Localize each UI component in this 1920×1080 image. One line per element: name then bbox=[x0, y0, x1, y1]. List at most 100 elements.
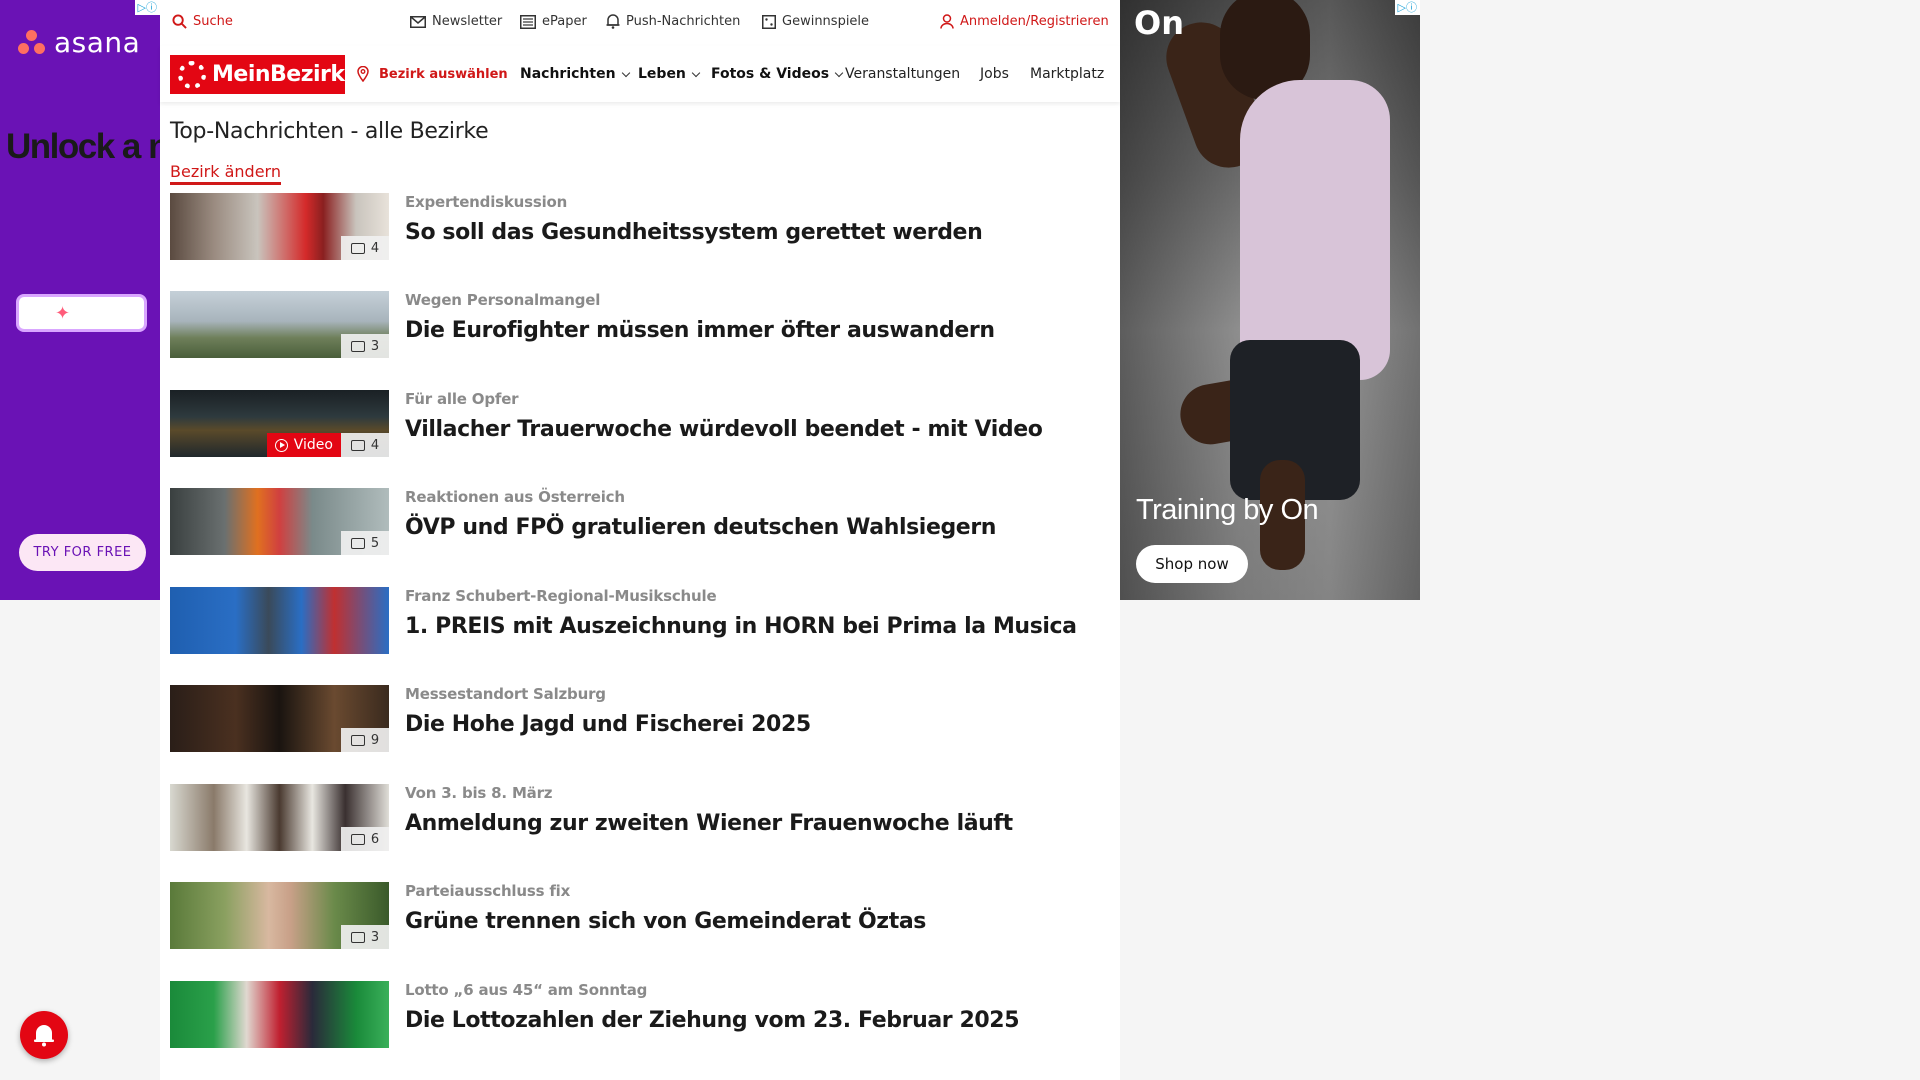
article-kicker: Parteiausschluss fix bbox=[405, 882, 571, 900]
image-gallery-icon bbox=[350, 734, 365, 746]
article-thumbnail[interactable]: 3 bbox=[170, 291, 389, 358]
chevron-down-icon bbox=[621, 68, 630, 77]
change-district-link[interactable]: Bezirk ändern bbox=[170, 162, 281, 185]
article-headline[interactable]: Anmeldung zur zweiten Wiener Frauenwoche… bbox=[405, 811, 1013, 836]
nav-item-marktplatz[interactable]: Marktplatz bbox=[1030, 66, 1104, 82]
article-thumbnail[interactable]: 5 bbox=[170, 488, 389, 555]
search-icon bbox=[172, 14, 187, 29]
article-thumbnail[interactable]: 3 bbox=[170, 882, 389, 949]
district-selector[interactable]: Bezirk auswählen bbox=[357, 66, 508, 82]
adchoices-icon[interactable]: ▷ⓘ bbox=[1394, 0, 1420, 15]
notification-bell-button[interactable] bbox=[20, 1011, 68, 1059]
ad-tagline: Training by On bbox=[1136, 494, 1319, 526]
article-kicker: Expertendiskussion bbox=[405, 193, 568, 211]
article-thumbnail[interactable] bbox=[170, 981, 389, 1048]
nav-item-nachrichten[interactable]: Nachrichten bbox=[520, 66, 630, 82]
ad-input-pill[interactable]: ✦ bbox=[16, 294, 147, 332]
user-icon bbox=[940, 14, 954, 29]
left-ad-banner[interactable]: ▷ⓘ asana Unlock a new world of efficienc… bbox=[0, 0, 160, 600]
ad-figure-shirt bbox=[1240, 80, 1390, 380]
ad-cta-button[interactable]: TRY FOR FREE bbox=[19, 534, 146, 571]
article-item[interactable]: 3 Parteiausschluss fix Grüne trennen sic… bbox=[170, 882, 1110, 950]
article-headline[interactable]: Die Hohe Jagd und Fischerei 2025 bbox=[405, 712, 811, 737]
asana-logo-icon bbox=[18, 29, 46, 56]
image-count: 5 bbox=[370, 535, 380, 551]
site-logo[interactable]: MeinBezirk bbox=[170, 55, 345, 94]
nav-item-label: Marktplatz bbox=[1030, 66, 1105, 82]
image-count: 4 bbox=[370, 437, 380, 453]
article-headline[interactable]: Villacher Trauerwoche würdevoll beendet … bbox=[405, 417, 1043, 442]
article-headline[interactable]: Die Eurofighter müssen immer öfter auswa… bbox=[405, 318, 995, 343]
video-badge: Video bbox=[266, 433, 341, 457]
ad-brand-name: asana bbox=[54, 26, 141, 59]
article-kicker: Von 3. bis 8. März bbox=[405, 784, 553, 802]
article-headline[interactable]: ÖVP und FPÖ gratulieren deutschen Wahlsi… bbox=[405, 515, 996, 540]
image-gallery-icon bbox=[350, 340, 365, 352]
image-count: 9 bbox=[370, 732, 380, 748]
nav-item-label: Veranstaltungen bbox=[845, 66, 961, 82]
video-label: Video bbox=[293, 437, 333, 453]
article-thumbnail[interactable]: Video 4 bbox=[170, 390, 389, 457]
chevron-down-icon bbox=[834, 68, 844, 77]
shop-now-button[interactable]: Shop now bbox=[1136, 545, 1248, 583]
article-item[interactable]: Franz Schubert-Regional-Musikschule 1. P… bbox=[170, 587, 1110, 655]
image-count: 3 bbox=[370, 929, 380, 945]
article-thumbnail[interactable] bbox=[170, 587, 389, 654]
push-notifications-link[interactable]: Push-Nachrichten bbox=[606, 14, 740, 29]
on-logo: On bbox=[1134, 4, 1184, 42]
bell-icon bbox=[34, 1025, 54, 1047]
login-link[interactable]: Anmelden/Registrieren bbox=[940, 14, 1109, 29]
map-pin-icon bbox=[357, 66, 369, 82]
search-link[interactable]: Suche bbox=[172, 14, 233, 29]
article-item[interactable]: 4 Expertendiskussion So soll das Gesundh… bbox=[170, 193, 1110, 261]
image-count-badge: 3 bbox=[341, 925, 389, 949]
ad-brand: asana bbox=[18, 26, 140, 59]
nav-item-jobs[interactable]: Jobs bbox=[980, 66, 1009, 82]
nav-item-label: Fotos & Videos bbox=[711, 66, 830, 82]
article-kicker: Wegen Personalmangel bbox=[405, 291, 601, 309]
adchoices-icon[interactable]: ▷ⓘ bbox=[134, 0, 160, 15]
nav-item-veranstaltungen[interactable]: Veranstaltungen bbox=[845, 66, 960, 82]
epaper-label: ePaper bbox=[542, 14, 587, 29]
chevron-down-icon bbox=[691, 68, 701, 77]
article-item[interactable]: 5 Reaktionen aus Österreich ÖVP und FPÖ … bbox=[170, 488, 1110, 556]
article-kicker: Messestandort Salzburg bbox=[405, 685, 606, 703]
image-count-badge: 4 bbox=[341, 236, 389, 260]
image-count-badge: 5 bbox=[341, 531, 389, 555]
games-label: Gewinnspiele bbox=[782, 14, 870, 29]
article-headline[interactable]: Grüne trennen sich von Gemeinderat Öztas bbox=[405, 909, 926, 934]
games-link[interactable]: Gewinnspiele bbox=[762, 14, 869, 29]
nav-item-fotos-videos[interactable]: Fotos & Videos bbox=[711, 66, 844, 82]
article-thumbnail[interactable]: 9 bbox=[170, 685, 389, 752]
image-gallery-icon bbox=[350, 439, 365, 451]
logo-flower-icon bbox=[178, 60, 206, 89]
bell-icon bbox=[606, 14, 620, 29]
image-count-badge: 3 bbox=[341, 334, 389, 358]
article-headline[interactable]: So soll das Gesundheitssystem gerettet w… bbox=[405, 220, 983, 245]
article-item[interactable]: Lotto „6 aus 45“ am Sonntag Die Lottozah… bbox=[170, 981, 1110, 1049]
article-thumbnail[interactable]: 6 bbox=[170, 784, 389, 851]
article-kicker: Reaktionen aus Österreich bbox=[405, 488, 625, 506]
image-gallery-icon bbox=[350, 537, 365, 549]
article-thumbnail[interactable]: 4 bbox=[170, 193, 389, 260]
article-kicker: Für alle Opfer bbox=[405, 390, 519, 408]
gift-icon bbox=[762, 14, 776, 29]
image-count: 4 bbox=[370, 240, 380, 256]
article-item[interactable]: 6 Von 3. bis 8. März Anmeldung zur zweit… bbox=[170, 784, 1110, 852]
image-count-badge: 9 bbox=[341, 728, 389, 752]
article-item[interactable]: 9 Messestandort Salzburg Die Hohe Jagd u… bbox=[170, 685, 1110, 753]
right-ad-banner[interactable]: On ▷ⓘ Training by On Shop now bbox=[1120, 0, 1420, 600]
top-utility-bar: Suche Newsletter ePaper Push-Nachrichten… bbox=[160, 0, 1120, 46]
logo-text: MeinBezirk bbox=[212, 62, 345, 87]
push-label: Push-Nachrichten bbox=[626, 14, 741, 29]
image-count-badge: 4 bbox=[341, 433, 389, 457]
article-item[interactable]: 3 Wegen Personalmangel Die Eurofighter m… bbox=[170, 291, 1110, 359]
ad-headline: Unlock a new world of efficiency bbox=[6, 127, 160, 166]
article-item[interactable]: Video 4 Für alle Opfer Villacher Trauerw… bbox=[170, 390, 1110, 458]
epaper-link[interactable]: ePaper bbox=[520, 14, 587, 29]
nav-item-leben[interactable]: Leben bbox=[638, 66, 701, 82]
article-headline[interactable]: Die Lottozahlen der Ziehung vom 23. Febr… bbox=[405, 1008, 1020, 1033]
article-headline[interactable]: 1. PREIS mit Auszeichnung in HORN bei Pr… bbox=[405, 614, 1077, 639]
newsletter-link[interactable]: Newsletter bbox=[410, 14, 502, 29]
article-kicker: Lotto „6 aus 45“ am Sonntag bbox=[405, 981, 648, 999]
